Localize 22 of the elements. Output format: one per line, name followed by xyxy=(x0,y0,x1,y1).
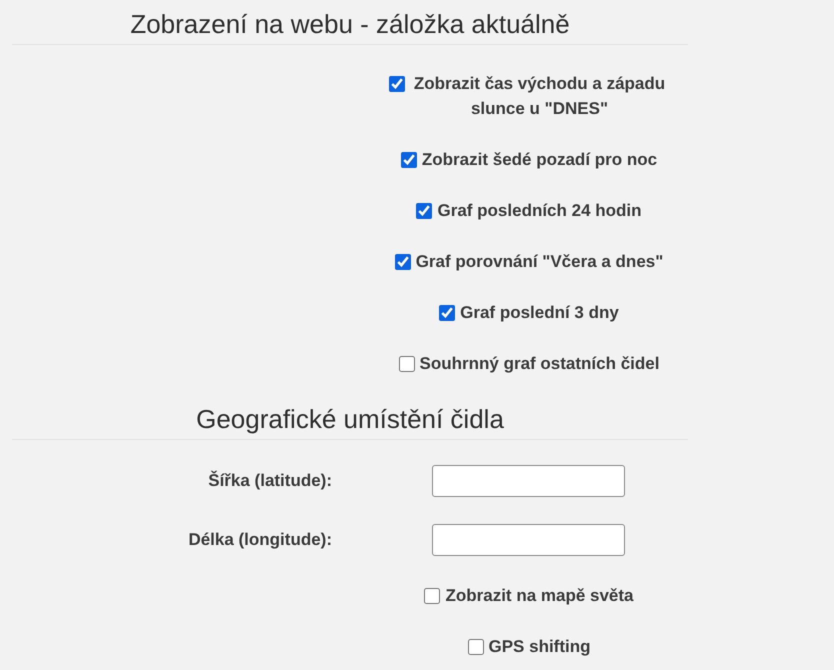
field-label: Šířka (latitude): xyxy=(207,471,332,491)
input-field[interactable] xyxy=(432,524,625,556)
checkbox[interactable] xyxy=(424,588,440,604)
checkbox[interactable] xyxy=(416,203,432,219)
checkbox[interactable] xyxy=(439,305,456,321)
option-label[interactable]: Graf posledních 24 hodin xyxy=(437,198,642,223)
input-field[interactable] xyxy=(432,465,625,497)
checkbox[interactable] xyxy=(389,76,405,92)
option-label[interactable]: Souhrnný graf ostatních čidel xyxy=(420,351,660,376)
option-label[interactable]: GPS shifting xyxy=(488,634,590,659)
field-label: Délka (longitude): xyxy=(187,530,332,550)
checkbox[interactable] xyxy=(400,152,417,168)
option-label[interactable]: Zobrazit čas východu a západu slunce u "DNES" xyxy=(410,71,669,121)
option-label[interactable]: Zobrazit šedé pozadí pro noc xyxy=(422,147,658,172)
option-label[interactable]: Graf poslední 3 dny xyxy=(460,300,619,325)
option-label[interactable]: Zobrazit na mapě světa xyxy=(445,583,634,608)
section-heading: Zobrazení na webu - záložka aktuálně xyxy=(12,8,688,45)
checkbox[interactable] xyxy=(468,639,484,655)
checkbox[interactable] xyxy=(398,356,415,372)
checkbox[interactable] xyxy=(394,254,411,270)
section-heading: Geografické umístění čidla xyxy=(12,403,688,440)
option-label[interactable]: Graf porovnání "Včera a dnes" xyxy=(416,249,664,274)
